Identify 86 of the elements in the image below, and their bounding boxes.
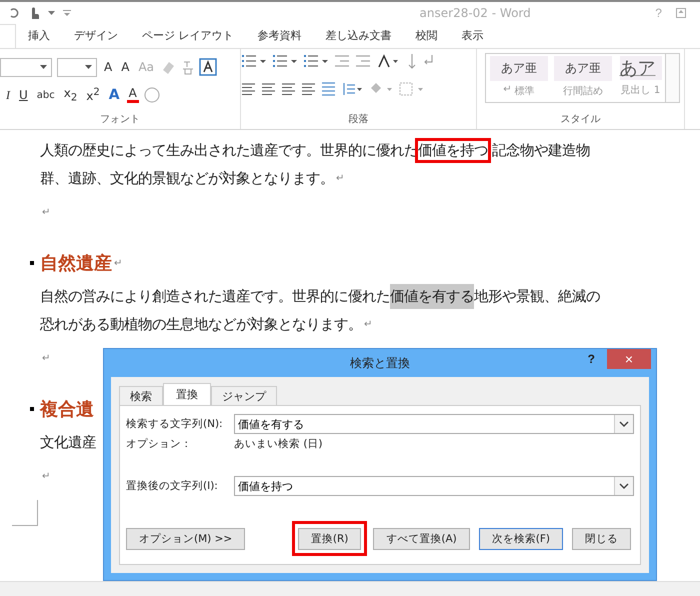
customize-icon[interactable] <box>63 10 71 16</box>
font-button[interactable]: A <box>119 60 132 74</box>
window-title: anser28-02 - Word <box>418 6 531 20</box>
body-text: 文化遺産 <box>40 434 96 452</box>
ribbon-tab[interactable]: 校閲 <box>416 28 438 48</box>
group-label: スタイル <box>560 113 602 126</box>
style-preview[interactable]: あア亜 <box>490 56 548 81</box>
font-button[interactable]: A <box>106 87 122 103</box>
paragraph-mark: ↵ <box>42 352 50 364</box>
options-label: オプション： <box>126 437 193 451</box>
ribbon-tab[interactable]: ページ レイアウト <box>142 28 234 48</box>
body-text: 価値を有する <box>390 284 474 308</box>
help-button[interactable]: ? <box>582 351 601 367</box>
dialog-button[interactable]: すべて置換(A) <box>373 528 470 550</box>
font-size-field[interactable] <box>57 58 97 76</box>
font-button[interactable]: U <box>17 88 30 102</box>
replace-field[interactable]: 価値を持つ <box>234 476 634 496</box>
dialog-tab[interactable]: ジャンプ <box>211 386 277 405</box>
text-direction-icon[interactable] <box>376 54 398 68</box>
dialog-tab[interactable]: 検索 <box>119 386 163 405</box>
restore-icon[interactable] <box>676 8 686 18</box>
dropdown-icon <box>85 65 92 69</box>
border-letter-icon[interactable] <box>199 58 217 76</box>
font-name-field[interactable] <box>0 58 52 76</box>
ruby-icon[interactable] <box>182 59 194 75</box>
ribbon-tab[interactable]: デザイン <box>74 28 118 48</box>
indent-icon[interactable] <box>334 54 350 68</box>
dropdown-icon[interactable] <box>614 415 633 433</box>
heading: 自然遺産 <box>40 252 112 275</box>
replace-label: 置換後の文字列(I): <box>126 479 219 493</box>
list-icon[interactable] <box>272 54 298 68</box>
indent-icon[interactable] <box>355 54 371 68</box>
close-button[interactable]: × <box>607 349 651 369</box>
dialog-button[interactable]: 次を検索(F) <box>478 528 563 550</box>
body-text: 記念物や建造物 <box>492 142 590 160</box>
paragraph-mark: ↵ <box>503 84 512 97</box>
ribbon-tab[interactable]: 挿入 <box>28 28 50 48</box>
enclosed-letter-icon[interactable] <box>144 87 160 103</box>
body-text: 地形や景観、絶滅の <box>474 288 600 306</box>
margin-corner-icon <box>12 500 38 526</box>
font-button[interactable]: I <box>4 88 12 102</box>
body-text: 恐れがある動植物の生息地などが対象となります。 <box>40 316 362 334</box>
dialog-title: 検索と置換 <box>350 354 410 372</box>
paragraph-mark: ↵ <box>114 258 122 268</box>
dialog-button[interactable]: 置換(R) <box>298 528 362 550</box>
heading: 複合遺 <box>40 398 94 421</box>
distributed-icon[interactable] <box>321 82 336 96</box>
paragraph-mark: ↵ <box>364 318 372 330</box>
group-label: フォント <box>99 113 141 126</box>
font-button[interactable]: A <box>102 60 114 74</box>
line-spacing-icon[interactable] <box>341 82 363 96</box>
ribbon-tab[interactable]: 差し込み文書 <box>326 28 392 48</box>
gallery-scrollbar[interactable] <box>665 54 679 102</box>
font-button[interactable]: x$^{2}$ <box>84 87 102 103</box>
find-field[interactable]: 価値を有する <box>234 414 634 434</box>
list-icon[interactable] <box>303 54 329 68</box>
ribbon-tab[interactable]: 表示 <box>462 28 484 48</box>
group-label: 段落 <box>348 112 370 126</box>
options-button[interactable]: オプション(M) >> <box>126 528 246 550</box>
style-preview[interactable]: あア亜 <box>554 56 612 81</box>
paragraph-mark: ↵ <box>42 470 50 482</box>
align-icon[interactable] <box>261 82 276 96</box>
align-icon[interactable] <box>241 82 256 96</box>
body-text: 自然の営みにより創造された遺産です。世界的に優れた <box>40 288 390 306</box>
paragraph-mark: ↵ <box>42 206 50 218</box>
list-icon[interactable] <box>241 54 267 68</box>
ribbon-tab[interactable]: 参考資料 <box>258 28 302 48</box>
font-button[interactable]: x$_{2}$ <box>62 86 80 104</box>
dropdown-icon[interactable] <box>614 477 633 495</box>
dialog-tab[interactable]: 置換 <box>163 383 211 405</box>
font-button[interactable]: A <box>126 87 139 103</box>
dropdown-icon[interactable] <box>48 10 55 16</box>
bullet-icon <box>30 407 34 411</box>
options-value: あいまい検索 (日) <box>234 437 323 451</box>
style-preview[interactable]: あア <box>620 56 662 80</box>
find-label: 検索する文字列(N): <box>126 417 224 431</box>
body-text: 群、遺跡、文化的景観などが対象となります。 <box>40 170 334 188</box>
paragraph-mark: ↵ <box>336 172 344 184</box>
align-icon[interactable] <box>281 82 296 96</box>
dropdown-icon <box>40 65 47 69</box>
font-button[interactable]: abc <box>34 90 57 100</box>
dialog-button[interactable]: 閉じる <box>572 528 631 550</box>
bullet-icon <box>30 261 34 265</box>
align-icon[interactable] <box>301 82 316 96</box>
undo-icon[interactable] <box>8 7 20 19</box>
body-text: 価値を持つ <box>418 140 488 160</box>
